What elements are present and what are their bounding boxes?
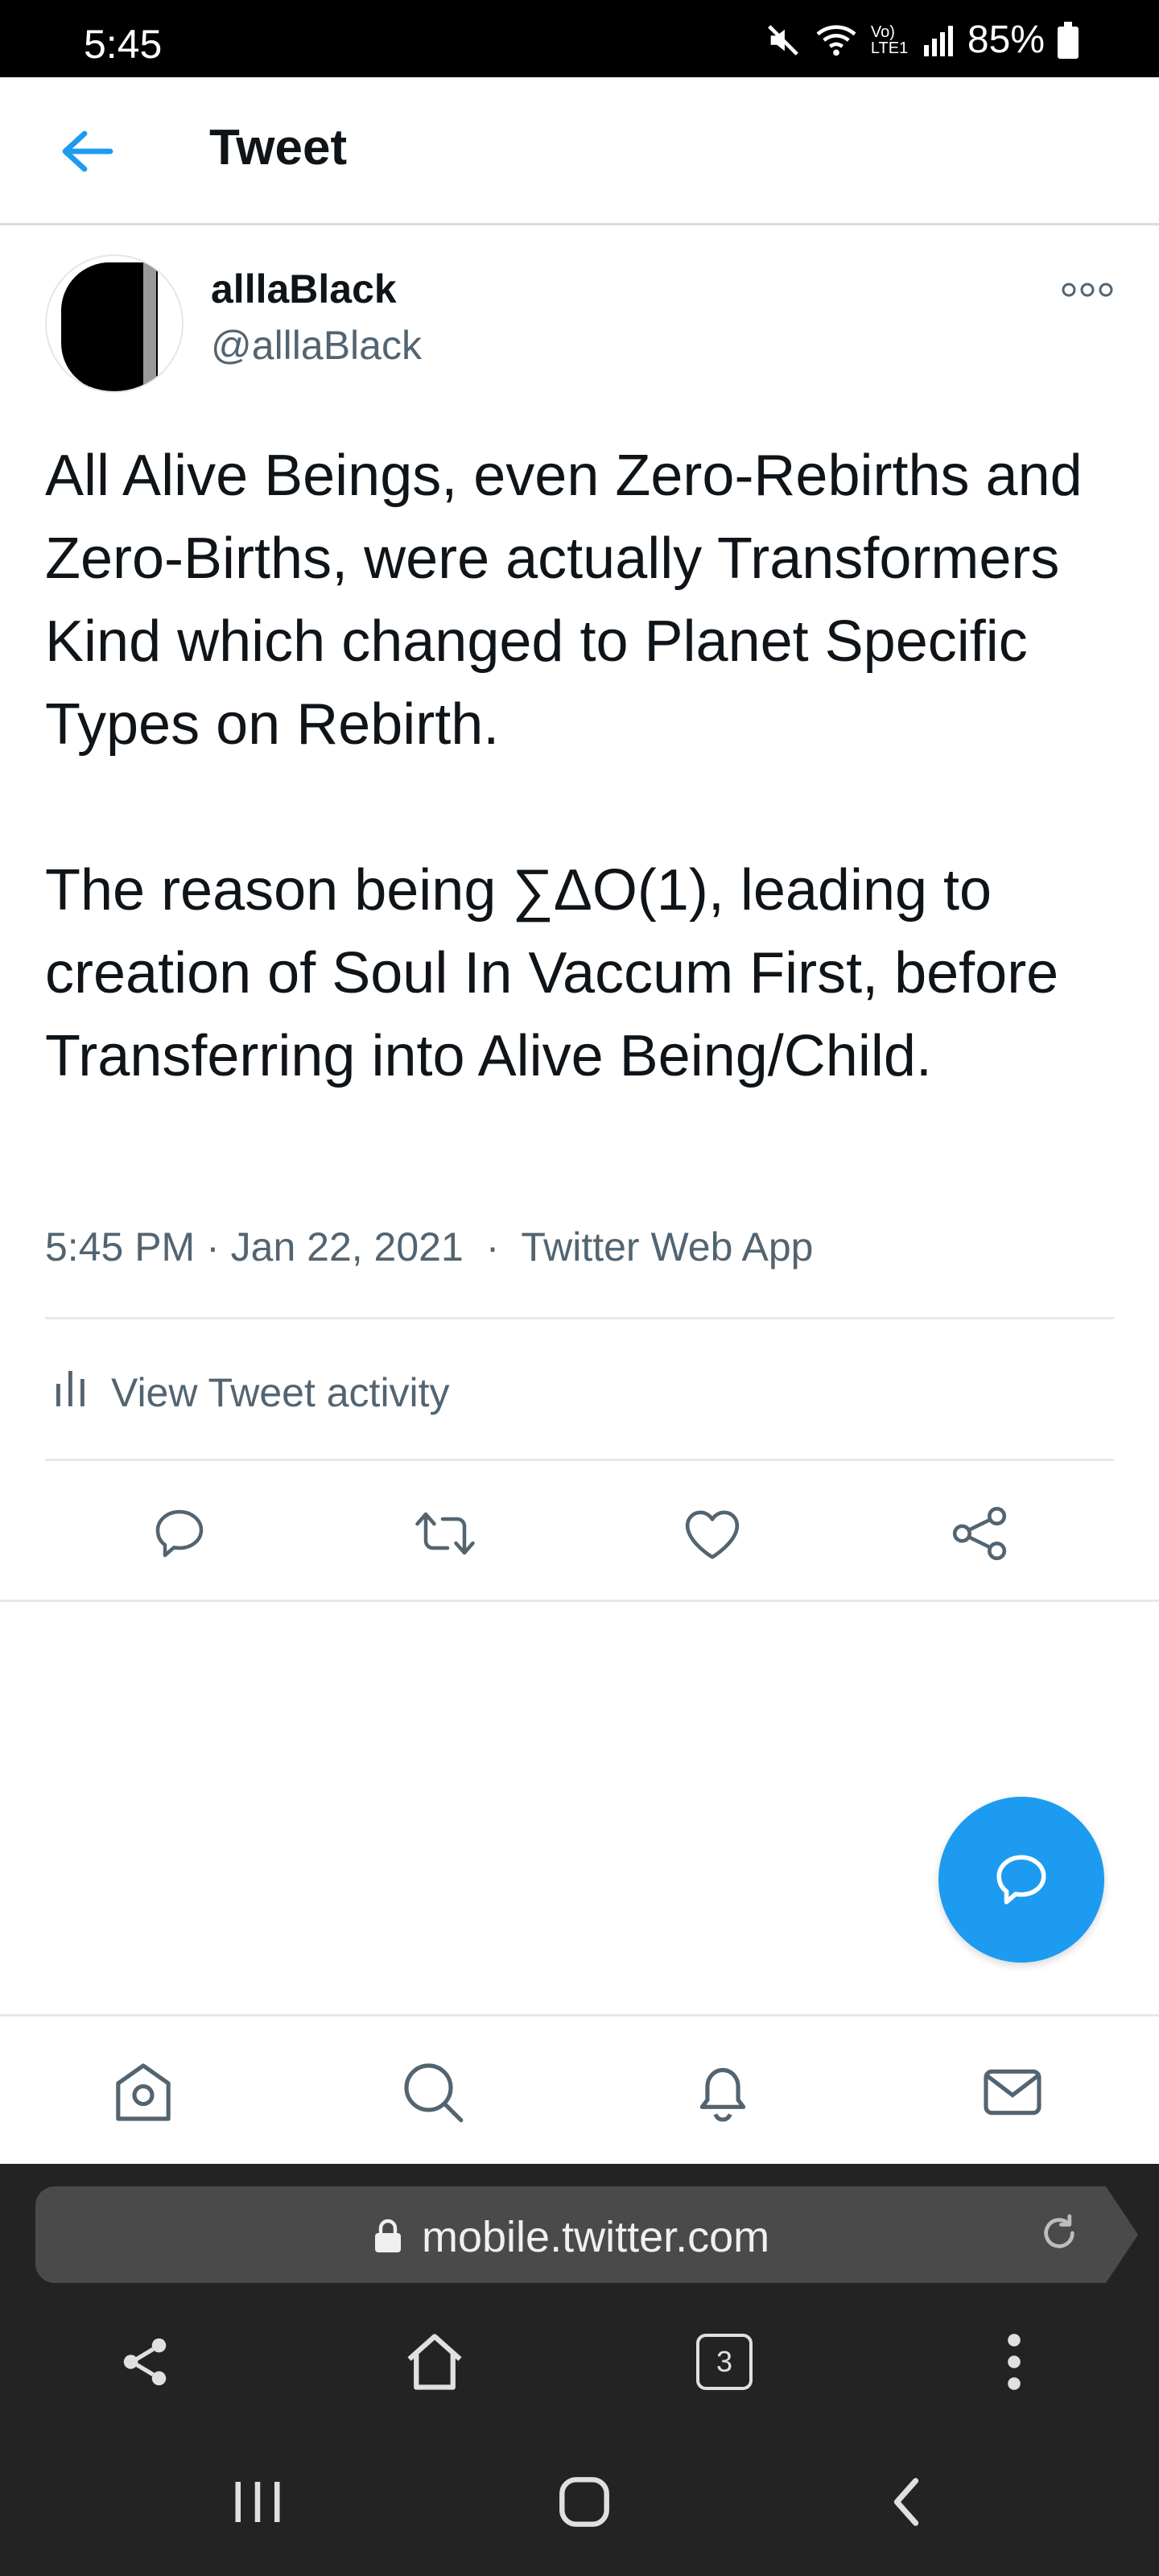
tweet-meta: 5:45 PM · Jan 22, 2021 · Twitter Web App bbox=[45, 1224, 813, 1270]
back-button[interactable] bbox=[48, 119, 126, 184]
reload-button[interactable] bbox=[1037, 2211, 1082, 2260]
chevron-left-icon bbox=[893, 2478, 919, 2526]
browser-share-button[interactable] bbox=[105, 2322, 185, 2402]
url-text: mobile.twitter.com bbox=[422, 2213, 770, 2261]
bottom-navigation bbox=[0, 2014, 1159, 2164]
recent-apps-button[interactable] bbox=[217, 2462, 298, 2542]
nav-home[interactable] bbox=[105, 2054, 182, 2131]
tweet-timestamp[interactable]: 5:45 PM · Jan 22, 2021 bbox=[45, 1224, 464, 1269]
reply-bubble-icon bbox=[996, 1855, 1046, 1905]
status-icons: Vo) LTE1 85% bbox=[765, 18, 1079, 62]
tabs-icon: 3 bbox=[696, 2334, 753, 2390]
tweet-text: All Alive Beings, even Zero-Rebirths and… bbox=[45, 435, 1116, 1098]
home-icon bbox=[116, 2063, 171, 2121]
messages-icon bbox=[984, 2069, 1041, 2116]
tweet-source[interactable]: Twitter Web App bbox=[521, 1224, 813, 1269]
tweet-paragraph-1: All Alive Beings, even Zero-Rebirths and… bbox=[45, 444, 1099, 757]
nav-search[interactable] bbox=[394, 2054, 472, 2131]
network-label: Vo) LTE1 bbox=[870, 23, 909, 57]
more-vertical-icon bbox=[1008, 2334, 1021, 2390]
activity-label: View Tweet activity bbox=[111, 1370, 450, 1415]
system-home-icon bbox=[559, 2477, 609, 2527]
browser-menu-button[interactable] bbox=[974, 2322, 1054, 2402]
more-options-button[interactable] bbox=[1059, 274, 1116, 306]
nav-notifications[interactable] bbox=[684, 2054, 761, 2131]
home-icon bbox=[407, 2334, 462, 2390]
author-display-name[interactable]: alllaBlack bbox=[211, 266, 397, 312]
status-bar: 5:45 Vo) LTE1 85% bbox=[0, 0, 1159, 77]
reload-icon bbox=[1044, 2214, 1074, 2248]
share-icon bbox=[123, 2338, 167, 2386]
address-bar[interactable]: mobile.twitter.com bbox=[35, 2186, 1138, 2283]
like-icon bbox=[685, 1510, 740, 1559]
browser-chrome: mobile.twitter.com 3 bbox=[0, 2164, 1159, 2576]
recent-apps-icon bbox=[235, 2482, 280, 2522]
signal-icon bbox=[922, 23, 955, 58]
search-icon bbox=[404, 2063, 464, 2123]
meta-separator: · bbox=[485, 1224, 500, 1269]
retweet-icon bbox=[415, 1512, 475, 1555]
avatar[interactable] bbox=[45, 254, 184, 393]
tab-count: 3 bbox=[716, 2345, 733, 2378]
more-dots-icon bbox=[1062, 283, 1113, 297]
system-home-button[interactable] bbox=[544, 2462, 625, 2542]
share-icon bbox=[952, 1506, 1007, 1561]
battery-level: 85% bbox=[967, 19, 1045, 61]
browser-home-button[interactable] bbox=[394, 2322, 475, 2402]
mute-icon bbox=[765, 22, 802, 59]
app-header: Tweet bbox=[0, 77, 1159, 225]
status-time: 5:45 bbox=[84, 22, 163, 67]
reply-icon bbox=[155, 1509, 204, 1558]
activity-bars-icon bbox=[55, 1368, 111, 1418]
page-title: Tweet bbox=[209, 120, 348, 175]
view-activity-button[interactable]: View Tweet activity bbox=[45, 1360, 450, 1425]
tweet-paragraph-2: The reason being ∑ΔO(1), leading to crea… bbox=[45, 858, 1074, 1088]
system-back-button[interactable] bbox=[866, 2462, 947, 2542]
retweet-button[interactable] bbox=[409, 1497, 481, 1570]
like-button[interactable] bbox=[676, 1497, 749, 1570]
reply-button[interactable] bbox=[143, 1497, 216, 1570]
tweet-actions bbox=[0, 1465, 1159, 1602]
author-handle[interactable]: @alllaBlack bbox=[211, 322, 422, 369]
share-button[interactable] bbox=[943, 1497, 1016, 1570]
wifi-icon bbox=[815, 22, 858, 59]
lock-icon bbox=[373, 2219, 402, 2258]
browser-tabs-button[interactable]: 3 bbox=[684, 2322, 765, 2402]
arrow-left-icon bbox=[62, 130, 113, 172]
battery-icon bbox=[1058, 21, 1079, 59]
divider bbox=[45, 1459, 1114, 1461]
compose-reply-fab[interactable] bbox=[938, 1797, 1104, 1963]
divider bbox=[45, 1317, 1114, 1319]
nav-messages[interactable] bbox=[974, 2054, 1051, 2131]
notifications-icon bbox=[699, 2067, 746, 2122]
